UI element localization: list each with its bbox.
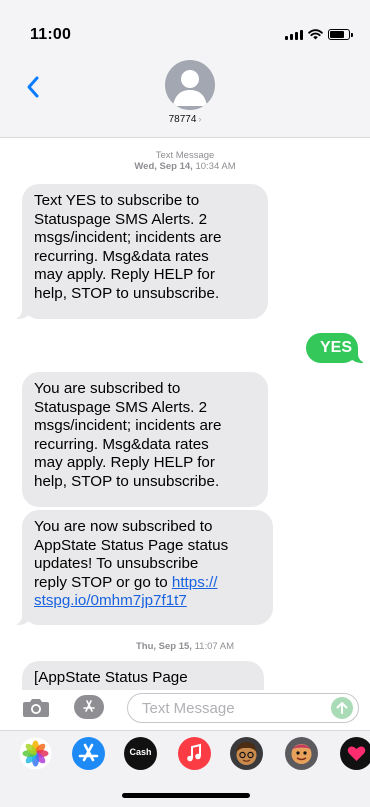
wifi-icon xyxy=(308,29,323,40)
conversation-header: 78774 › xyxy=(0,60,370,138)
sent-message-bubble[interactable]: YES xyxy=(306,333,367,363)
chevron-right-icon: › xyxy=(198,114,202,124)
digital-touch-icon[interactable] xyxy=(340,737,370,770)
received-message-bubble[interactable]: You are now subscribed to AppState Statu… xyxy=(13,510,273,625)
app-drawer: Cash xyxy=(0,730,370,807)
received-message-bubble[interactable]: You are subscribed to Statuspage SMS Ale… xyxy=(22,372,268,507)
send-button[interactable] xyxy=(331,697,353,719)
photos-app-icon[interactable] xyxy=(19,737,52,770)
message-text: [AppState Status Page xyxy=(34,669,188,686)
message-text: You are subscribed to Statuspage SMS Ale… xyxy=(34,380,222,490)
apple-cash-icon[interactable]: Cash xyxy=(124,737,157,770)
timestamp-day: Thu, Sep 15, xyxy=(135,641,192,652)
timestamp-header: Thu, Sep 15, 11:07 AM xyxy=(0,641,370,652)
status-icons xyxy=(285,29,353,40)
cellular-signal-icon xyxy=(285,29,303,40)
message-text: Text YES to subscribe to Statuspage SMS … xyxy=(34,192,222,302)
animoji-icon[interactable] xyxy=(285,737,318,770)
message-input[interactable]: Text Message xyxy=(127,693,359,723)
app-store-icon xyxy=(83,700,95,712)
message-text: YES xyxy=(320,339,353,356)
contact-avatar[interactable] xyxy=(165,60,215,110)
message-input-placeholder: Text Message xyxy=(142,700,235,717)
person-silhouette-icon xyxy=(173,70,207,106)
timestamp-header: Text Message Wed, Sep 14, 10:34 AM xyxy=(0,150,370,172)
memoji-icon[interactable] xyxy=(230,737,263,770)
battery-icon xyxy=(328,29,353,40)
unsubscribe-link-part2[interactable]: stspg.io/0mhm7jp7f1t7 xyxy=(34,592,187,609)
received-message-bubble[interactable]: Text YES to subscribe to Statuspage SMS … xyxy=(13,184,268,319)
apple-cash-label: Cash xyxy=(129,747,152,757)
app-store-icon[interactable] xyxy=(72,737,105,770)
status-bar: 11:00 xyxy=(0,0,370,60)
home-indicator xyxy=(122,793,250,798)
message-type-label: Text Message xyxy=(155,150,215,161)
timestamp-day: Wed, Sep 14, xyxy=(134,161,193,172)
unsubscribe-link-part1[interactable]: https:// xyxy=(172,574,218,591)
timestamp-time: 10:34 AM xyxy=(195,161,236,172)
timestamp-time: 11:07 AM xyxy=(194,641,235,652)
app-store-button[interactable] xyxy=(74,695,104,719)
status-time: 11:00 xyxy=(30,26,72,43)
message-input-bar: Text Message xyxy=(0,690,370,728)
camera-icon[interactable] xyxy=(22,696,50,718)
contact-name: 78774 xyxy=(168,114,197,125)
contact-name-button[interactable]: 78774 › xyxy=(0,114,370,125)
music-app-icon[interactable] xyxy=(178,737,211,770)
back-chevron-icon[interactable] xyxy=(20,72,50,102)
arrow-up-icon xyxy=(336,702,348,714)
